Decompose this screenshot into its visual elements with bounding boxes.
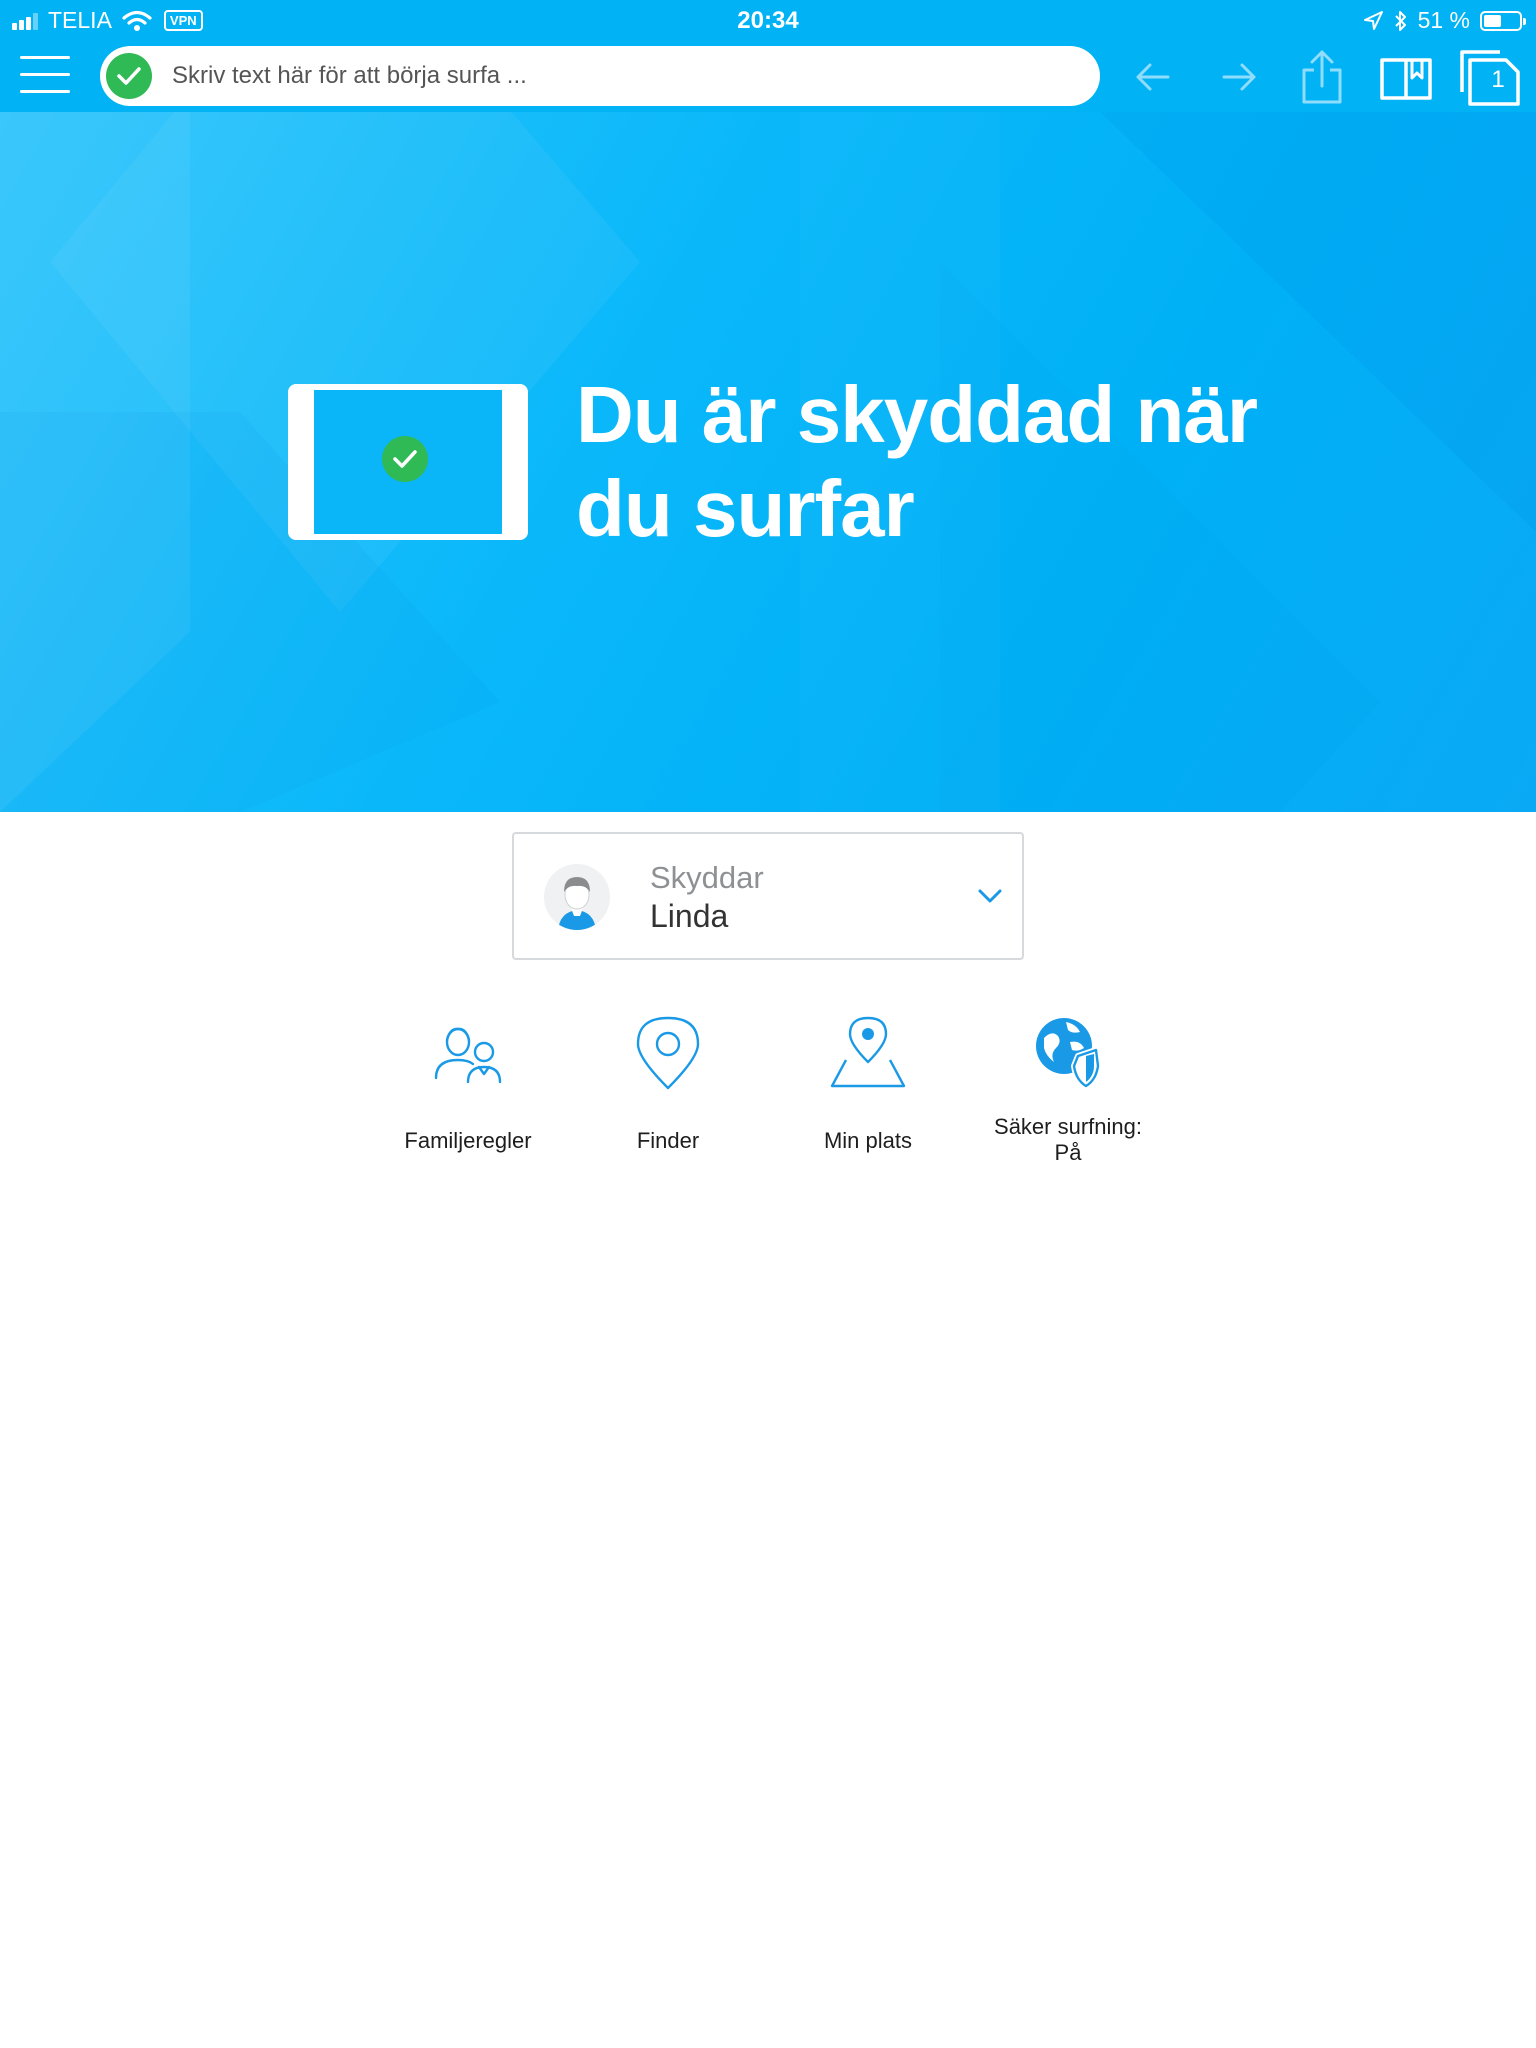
safe-browsing-status: På xyxy=(1054,1140,1082,1165)
profile-name: Linda xyxy=(650,898,729,934)
profile-label: Skyddar xyxy=(650,860,764,895)
bookmarks-button[interactable] xyxy=(1376,48,1436,106)
family-rules-label: Familjeregler xyxy=(404,1128,532,1153)
address-bar[interactable] xyxy=(100,46,1100,106)
battery-icon xyxy=(1480,10,1526,31)
location-arrow-icon xyxy=(1363,10,1383,30)
family-icon xyxy=(434,1027,502,1084)
status-bar: TELIA VPN 20:34 51 % xyxy=(0,0,1536,40)
hero-headline-line1: Du är skyddad när xyxy=(576,370,1258,459)
secure-check-icon xyxy=(106,53,152,99)
finder-label: Finder xyxy=(636,1128,700,1153)
avatar xyxy=(544,864,610,930)
family-rules-button[interactable]: Familjeregler xyxy=(368,996,568,1196)
hero-headline-line2: du surfar xyxy=(576,464,915,553)
back-button[interactable] xyxy=(1124,48,1184,106)
hero-headline: Du är skyddad när du surfar xyxy=(576,368,1336,556)
chevron-down-icon xyxy=(978,889,1002,903)
menu-button[interactable] xyxy=(20,54,72,94)
safe-browsing-label-line1: Säker surfning: xyxy=(994,1114,1142,1139)
safe-browsing-button[interactable]: Säker surfning: På xyxy=(968,996,1168,1196)
forward-button[interactable] xyxy=(1208,48,1268,106)
tabs-button[interactable]: 1 xyxy=(1458,48,1522,106)
top-bar: TELIA VPN 20:34 51 % Skriv text här för … xyxy=(0,0,1536,112)
share-button[interactable] xyxy=(1292,48,1352,106)
url-input[interactable] xyxy=(172,46,1072,106)
my-location-button[interactable]: Min plats xyxy=(768,996,968,1196)
finder-button[interactable]: Finder xyxy=(568,996,768,1196)
tab-count: 1 xyxy=(1491,66,1505,93)
globe-shield-icon xyxy=(1036,1018,1101,1089)
check-icon xyxy=(382,436,428,482)
my-location-label: Min plats xyxy=(823,1128,913,1153)
profile-selector[interactable]: Skyddar Linda xyxy=(512,832,1024,960)
hero-banner: Du är skyddad när du surfar xyxy=(0,112,1536,812)
safe-browsing-label: Säker surfning: På xyxy=(968,1114,1168,1166)
quick-actions: Familjeregler Finder Min plats Säker sur… xyxy=(368,996,1168,1196)
browser-toolbar: 1 xyxy=(0,42,1536,112)
location-pin-icon xyxy=(636,1016,700,1090)
map-pin-icon xyxy=(830,1016,906,1088)
battery-percent: 51 % xyxy=(1417,7,1470,33)
status-time: 20:34 xyxy=(737,7,799,34)
bluetooth-icon xyxy=(1394,10,1406,31)
tablet-illustration xyxy=(288,384,528,540)
